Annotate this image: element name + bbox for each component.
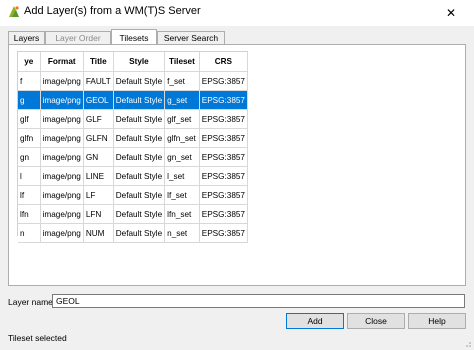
table-cell: GLFN xyxy=(83,128,114,148)
table-cell: l_set xyxy=(164,166,200,186)
tab-tilesets[interactable]: Tilesets xyxy=(111,29,157,44)
table-cell: image/png xyxy=(40,166,84,186)
table-header: ye Format Title Style Tileset CRS xyxy=(18,52,249,72)
close-button[interactable]: Close xyxy=(347,313,405,329)
table-row[interactable]: lf image/png LF Default Style lf_set EPSG:385… xyxy=(18,185,249,205)
column-header[interactable]: Style xyxy=(113,52,166,72)
tab-layer-order: Layer Order xyxy=(45,31,111,44)
table-cell: glf xyxy=(18,109,41,129)
layer-name-label: Layer name xyxy=(8,297,53,307)
table-cell: EPSG:3857 xyxy=(199,223,249,243)
qgis-icon xyxy=(9,6,19,17)
table-cell: glfn_set xyxy=(164,128,200,148)
table-cell: image/png xyxy=(40,109,84,129)
table-cell: Default Style xyxy=(113,90,166,110)
table-cell: lf_set xyxy=(164,185,200,205)
table-cell: EPSG:3857 xyxy=(199,185,249,205)
table-row[interactable]: glf image/png GLF Default Style glf_set EPSG:… xyxy=(18,109,249,129)
table-cell: Default Style xyxy=(113,147,166,167)
table-row[interactable]: l image/png LINE Default Style l_set EPSG:385… xyxy=(18,166,249,186)
table-cell: g_set xyxy=(164,90,200,110)
column-header[interactable]: ye xyxy=(18,52,41,72)
table-cell: image/png xyxy=(40,90,84,110)
table-cell: Default Style xyxy=(113,71,166,91)
table-cell: Default Style xyxy=(113,109,166,129)
table-cell: f_set xyxy=(164,71,200,91)
add-button[interactable]: Add xyxy=(286,313,344,329)
table-cell: image/png xyxy=(40,185,84,205)
table-cell: lf xyxy=(18,185,41,205)
table-cell: lfn xyxy=(18,204,41,224)
table-row[interactable]: f image/png FAULT Default Style f_set EPSG:38… xyxy=(18,71,249,91)
table-cell: EPSG:3857 xyxy=(199,204,249,224)
tab-layers[interactable]: Layers xyxy=(8,31,45,44)
table-cell: glfn xyxy=(18,128,41,148)
table-cell: Default Style xyxy=(113,204,166,224)
resize-grip-icon[interactable] xyxy=(462,338,472,348)
table-cell: n_set xyxy=(164,223,200,243)
help-button[interactable]: Help xyxy=(408,313,466,329)
column-header[interactable]: Title xyxy=(83,52,114,72)
table-cell: GLF xyxy=(83,109,114,129)
table-row[interactable]: n image/png NUM Default Style n_set EPSG:3857 xyxy=(18,223,249,243)
table-cell: Default Style xyxy=(113,166,166,186)
table-cell: EPSG:3857 xyxy=(199,71,249,91)
table-cell: Default Style xyxy=(113,223,166,243)
table-cell: lfn_set xyxy=(164,204,200,224)
table-cell: image/png xyxy=(40,128,84,148)
table-cell: LF xyxy=(83,185,114,205)
column-header[interactable]: Tileset xyxy=(164,52,200,72)
table-row[interactable]: gn image/png GN Default Style gn_set EPSG:385… xyxy=(18,147,249,167)
table-cell: FAULT xyxy=(83,71,114,91)
table-cell: image/png xyxy=(40,223,84,243)
table-cell: image/png xyxy=(40,204,84,224)
column-header[interactable]: CRS xyxy=(199,52,249,72)
table-cell: EPSG:3857 xyxy=(199,166,249,186)
table-cell: EPSG:3857 xyxy=(199,109,249,129)
table-cell: Default Style xyxy=(113,128,166,148)
table-cell: n xyxy=(18,223,41,243)
table-row[interactable]: lfn image/png LFN Default Style lfn_set EPSG:… xyxy=(18,204,249,224)
window-title: Add Layer(s) from a WM(T)S Server xyxy=(24,5,201,17)
table-cell: NUM xyxy=(83,223,114,243)
table-cell: image/png xyxy=(40,71,84,91)
table-cell: f xyxy=(18,71,41,91)
tileset-table[interactable]: ye Format Title Style Tileset CRS f image/png F… xyxy=(17,51,249,243)
window-close-button[interactable]: ✕ xyxy=(428,0,474,26)
table-cell: gn_set xyxy=(164,147,200,167)
table-cell: l xyxy=(18,166,41,186)
table-row[interactable]: glfn image/png GLFN Default Style glfn_set EP… xyxy=(18,128,249,148)
table-body: f image/png FAULT Default Style f_set EPSG:38… xyxy=(18,71,249,243)
layer-name-input[interactable] xyxy=(52,294,465,308)
table-cell: EPSG:3857 xyxy=(199,90,249,110)
title-bar: Add Layer(s) from a WM(T)S Server ✕ xyxy=(0,0,474,26)
table-row[interactable]: g image/png GEOL Default Style g_set EPSG:385… xyxy=(18,90,249,110)
table-cell: LINE xyxy=(83,166,114,186)
close-icon: ✕ xyxy=(445,6,457,20)
table-cell: GN xyxy=(83,147,114,167)
column-header[interactable]: Format xyxy=(40,52,84,72)
tilesets-panel: ye Format Title Style Tileset CRS f image/png F… xyxy=(8,44,466,286)
table-cell: EPSG:3857 xyxy=(199,147,249,167)
table-cell: Default Style xyxy=(113,185,166,205)
table-cell: gn xyxy=(18,147,41,167)
table-cell: g xyxy=(18,90,41,110)
table-cell: image/png xyxy=(40,147,84,167)
tab-server-search[interactable]: Server Search xyxy=(157,31,225,44)
table-cell: LFN xyxy=(83,204,114,224)
table-cell: GEOL xyxy=(83,90,114,110)
table-cell: EPSG:3857 xyxy=(199,128,249,148)
status-text: Tileset selected xyxy=(8,333,67,343)
table-cell: glf_set xyxy=(164,109,200,129)
